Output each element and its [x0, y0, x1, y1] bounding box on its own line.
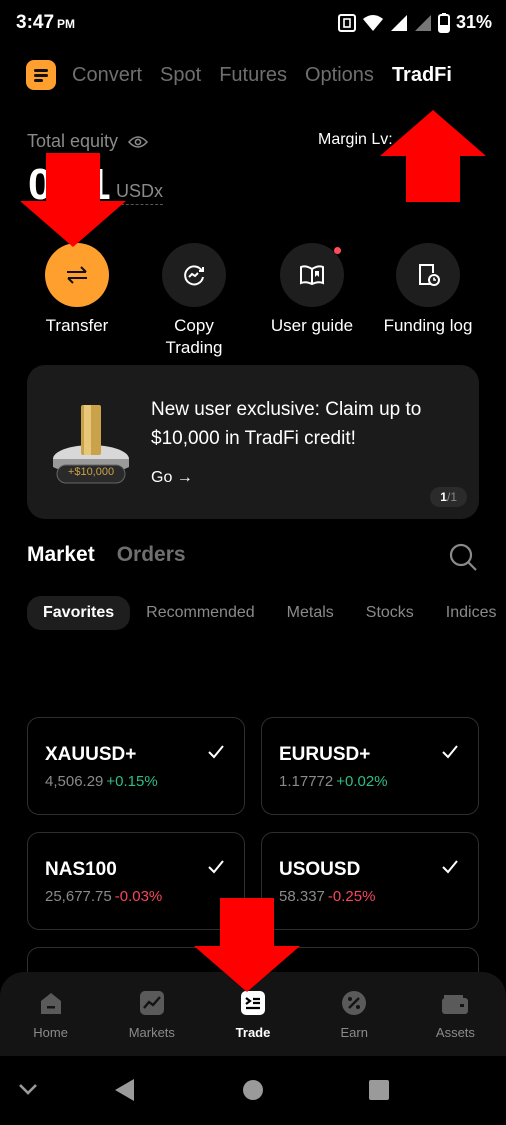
- promo-pager: 1/1: [430, 487, 467, 507]
- promo-badge: +$10,000: [67, 466, 115, 478]
- tab-convert[interactable]: Convert: [72, 64, 142, 87]
- nav-earn[interactable]: Earn: [304, 972, 405, 1056]
- card-symbol: EURUSD+: [279, 744, 371, 765]
- arrow-down-transfer: [20, 153, 126, 247]
- top-nav: Convert Spot Futures Options TradFi: [26, 58, 470, 92]
- back-icon[interactable]: [114, 1078, 136, 1102]
- signal-icon: [390, 14, 407, 31]
- status-time: 3:47 PM: [16, 12, 76, 33]
- menu-logo-button[interactable]: [26, 60, 56, 90]
- notification-dot: [334, 247, 341, 254]
- market-tabs: Market Orders: [27, 543, 186, 567]
- nav-assets[interactable]: Assets: [405, 972, 506, 1056]
- chip-recommended[interactable]: Recommended: [130, 596, 271, 630]
- nav-home[interactable]: Home: [0, 972, 101, 1056]
- check-icon[interactable]: [206, 857, 226, 877]
- user-guide-button[interactable]: User guide: [252, 243, 372, 337]
- check-icon[interactable]: [440, 857, 460, 877]
- card-symbol: USOUSD: [279, 859, 361, 880]
- tab-futures[interactable]: Futures: [219, 64, 287, 87]
- promo-go-link[interactable]: Go →: [151, 469, 193, 487]
- status-bar: 3:47 PM 31%: [0, 0, 506, 48]
- check-icon[interactable]: [206, 742, 226, 762]
- total-equity-label: Total equity: [27, 131, 149, 152]
- signal2-icon: [414, 14, 431, 31]
- promo-title: New user exclusive: Claim up to $10,000 …: [151, 399, 422, 449]
- wifi-icon: [362, 14, 383, 31]
- card-price: 1.17772 +0.02%: [279, 773, 388, 790]
- search-icon[interactable]: [448, 542, 478, 572]
- tab-orders[interactable]: Orders: [117, 543, 186, 567]
- trade-icon: [241, 991, 265, 1015]
- card-price: 25,677.75 -0.03%: [45, 888, 163, 905]
- earn-icon: [342, 991, 367, 1015]
- eye-icon[interactable]: [128, 135, 149, 149]
- favorite-card[interactable]: XAUUSD+ 4,506.29 +0.15%: [27, 717, 245, 815]
- card-symbol: NAS100: [45, 859, 117, 880]
- recents-icon[interactable]: [368, 1079, 390, 1101]
- assets-icon: [442, 995, 469, 1014]
- tab-market[interactable]: Market: [27, 543, 95, 567]
- favorite-card[interactable]: EURUSD+ 1.17772 +0.02%: [261, 717, 479, 815]
- transfer-button[interactable]: Transfer: [17, 243, 137, 337]
- copy-trading-button[interactable]: Copy Trading: [134, 243, 254, 359]
- category-chips: Favorites Recommended Metals Stocks Indi…: [27, 596, 506, 630]
- transfer-icon: [67, 266, 87, 284]
- chip-favorites[interactable]: Favorites: [27, 596, 131, 630]
- chip-metals[interactable]: Metals: [271, 596, 350, 630]
- nav-markets[interactable]: Markets: [101, 972, 202, 1056]
- status-icons: 31%: [337, 12, 492, 33]
- chip-stocks[interactable]: Stocks: [350, 596, 430, 630]
- funding-log-icon: [419, 264, 440, 286]
- battery-percent: 31%: [455, 12, 492, 32]
- battery-icon: [437, 12, 450, 33]
- user-guide-icon: [300, 265, 324, 286]
- tab-spot[interactable]: Spot: [160, 64, 201, 87]
- tab-options[interactable]: Options: [305, 64, 374, 87]
- arrow-down-trade: [194, 898, 300, 992]
- funding-log-button[interactable]: Funding log: [368, 243, 488, 337]
- card-price: 4,506.29 +0.15%: [45, 773, 158, 790]
- chevron-down-icon[interactable]: [18, 1082, 38, 1096]
- promo-banner[interactable]: +$10,000 New user exclusive: Claim up to…: [27, 365, 479, 519]
- card-symbol: XAUUSD+: [45, 744, 137, 765]
- home-icon: [40, 993, 61, 1014]
- check-icon[interactable]: [440, 742, 460, 762]
- system-nav-bar: [0, 1056, 506, 1125]
- chip-indices[interactable]: Indices: [430, 596, 506, 630]
- home-circle-icon[interactable]: [242, 1079, 264, 1101]
- tab-tradfi[interactable]: TradFi: [392, 64, 452, 87]
- nfc-icon: [337, 13, 356, 32]
- arrow-up-tradfi: [380, 110, 486, 202]
- markets-icon: [139, 991, 164, 1015]
- copy-trading-icon: [184, 265, 204, 286]
